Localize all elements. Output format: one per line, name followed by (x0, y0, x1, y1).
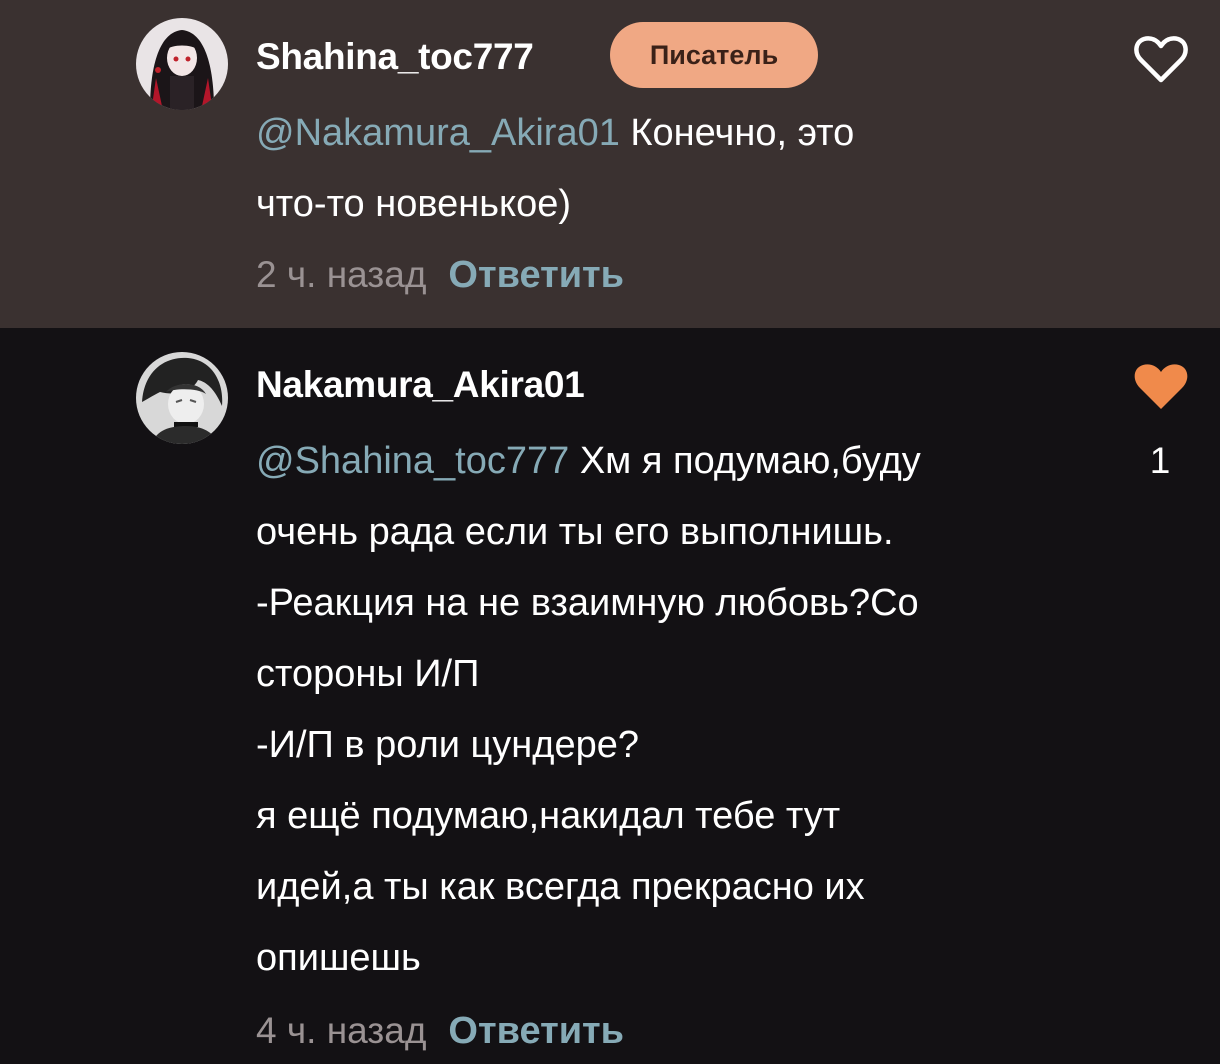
comment-text-line: стороны И/П (256, 653, 480, 695)
comment-text-line: я ещё подумаю,накидал тебе тут (256, 795, 841, 837)
writer-badge: Писатель (610, 22, 818, 88)
timestamp: 2 ч. назад (256, 254, 427, 295)
comment-item: Nakamura_Akira01 1 @Shahina_toc777 Хм я … (0, 328, 1220, 1064)
comment-text-line: что-то новенькое) (256, 183, 572, 225)
comment-text-line: -Реакция на не взаимную любовь?Со (256, 582, 919, 624)
comment-meta: 4 ч. назад Ответить (256, 1010, 624, 1053)
comment-text-line: Конечно, это (630, 112, 855, 154)
comment-author[interactable]: Nakamura_Akira01 (256, 364, 585, 406)
heart-filled-icon[interactable] (1133, 362, 1189, 412)
comment-text-line: -И/П в роли цундере? (256, 724, 639, 766)
reply-button[interactable]: Ответить (448, 1010, 624, 1052)
mention-link[interactable]: @Shahina_toc777 (256, 440, 569, 482)
comment-body: @Nakamura_Akira01 Конечно, это что-то но… (256, 98, 1036, 240)
comment-text-line: Хм я подумаю,буду (579, 440, 921, 482)
reply-button[interactable]: Ответить (448, 254, 624, 296)
timestamp: 4 ч. назад (256, 1010, 427, 1051)
comment-text-line: идей,а ты как всегда прекрасно их (256, 866, 865, 908)
heart-outline-icon[interactable] (1133, 35, 1189, 85)
avatar[interactable] (136, 18, 228, 110)
like-count: 1 (1149, 440, 1171, 481)
avatar[interactable] (136, 352, 228, 444)
comment-item: Shahina_toc777 Писатель @Nakamura_Akira0… (0, 0, 1220, 328)
comment-body: @Shahina_toc777 Хм я подумаю,буду очень … (256, 426, 1036, 994)
mention-link[interactable]: @Nakamura_Akira01 (256, 112, 620, 154)
comment-author[interactable]: Shahina_toc777 (256, 36, 534, 78)
comment-meta: 2 ч. назад Ответить (256, 254, 624, 297)
comment-text-line: опишешь (256, 937, 421, 979)
comment-text-line: очень рада если ты его выполнишь. (256, 511, 894, 553)
